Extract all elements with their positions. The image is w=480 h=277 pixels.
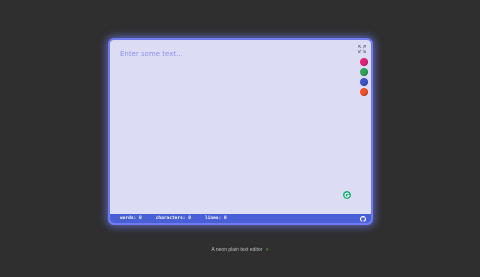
text-input[interactable]	[120, 50, 350, 210]
footer-arrow[interactable]: >	[266, 247, 269, 253]
lines-value: 0	[223, 216, 227, 221]
lines-label: lines:	[204, 216, 222, 221]
swatch-blue[interactable]	[360, 78, 368, 86]
line-count: lines: 0	[205, 216, 227, 221]
fullscreen-icon[interactable]	[358, 45, 366, 53]
words-value: 0	[138, 216, 142, 221]
page: words: 0 characters: 0 lines: 0 A neon p…	[0, 0, 480, 277]
character-count: characters: 0	[156, 216, 191, 221]
characters-label: characters:	[155, 216, 186, 221]
footer: A neon plain text editor >	[0, 247, 480, 253]
word-count: words: 0	[120, 216, 142, 221]
swatch-pink[interactable]	[360, 58, 368, 66]
grammar-check-icon[interactable]	[343, 191, 351, 199]
characters-value: 0	[188, 216, 191, 221]
footer-text: A neon plain text editor	[211, 247, 263, 253]
swatch-green[interactable]	[360, 68, 368, 76]
status-bar: words: 0 characters: 0 lines: 0	[110, 214, 371, 223]
github-icon[interactable]	[360, 215, 366, 222]
editor-window: words: 0 characters: 0 lines: 0	[108, 38, 373, 225]
color-picker	[360, 58, 368, 96]
words-label: words:	[120, 216, 137, 221]
swatch-orange[interactable]	[360, 88, 368, 96]
